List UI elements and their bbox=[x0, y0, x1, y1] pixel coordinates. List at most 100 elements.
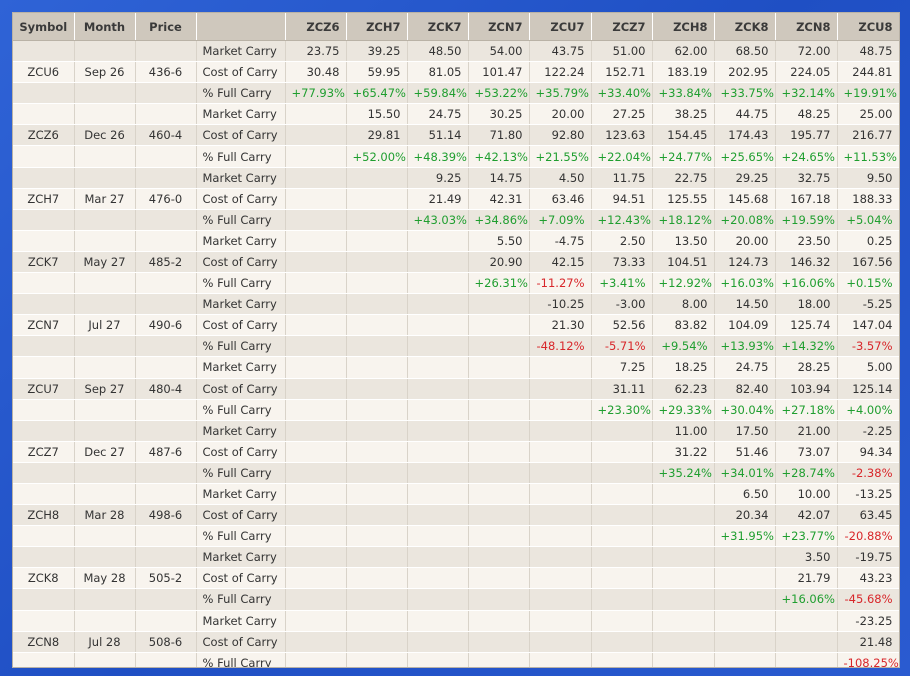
value-cell bbox=[346, 588, 408, 611]
value-cell: 13.50 bbox=[652, 230, 715, 252]
month-cell bbox=[74, 145, 136, 168]
value-cell bbox=[346, 272, 408, 295]
row-label-cell: Market Carry bbox=[196, 167, 286, 189]
value-cell bbox=[285, 272, 347, 295]
value-cell bbox=[346, 356, 408, 379]
carry-table-panel: Symbol Month Price ZCZ6 ZCH7 ZCK7 ZCN7 ZCU7 Z… bbox=[12, 12, 900, 668]
table-row: Market Carry 3.50 -19.75 bbox=[13, 546, 899, 569]
price-cell bbox=[135, 483, 197, 506]
col-header-symbol[interactable]: Symbol bbox=[13, 13, 75, 41]
value-cell bbox=[468, 588, 530, 611]
value-cell: -5.71% bbox=[591, 335, 653, 358]
month-cell: Mar 28 bbox=[74, 504, 136, 527]
value-cell: +34.86% bbox=[468, 209, 530, 231]
value-cell bbox=[407, 462, 469, 484]
col-header-contract[interactable]: ZCU8 bbox=[837, 13, 899, 41]
col-header-contract[interactable]: ZCN7 bbox=[468, 13, 530, 41]
value-cell bbox=[529, 525, 592, 548]
value-cell bbox=[407, 441, 469, 463]
row-label-cell: Market Carry bbox=[196, 546, 286, 569]
value-cell: 44.75 bbox=[714, 103, 776, 126]
value-cell bbox=[591, 546, 653, 569]
value-cell: 30.25 bbox=[468, 103, 530, 126]
col-header-price[interactable]: Price bbox=[135, 13, 197, 41]
value-cell bbox=[468, 652, 530, 667]
value-cell bbox=[407, 378, 469, 400]
price-cell bbox=[135, 462, 197, 484]
value-cell: 39.25 bbox=[346, 40, 408, 63]
value-cell: 42.31 bbox=[468, 188, 530, 210]
price-cell bbox=[135, 272, 197, 295]
symbol-cell bbox=[13, 610, 75, 632]
col-header-contract[interactable]: ZCK8 bbox=[714, 13, 776, 41]
symbol-cell: ZCZ6 bbox=[13, 124, 75, 147]
col-header-contract[interactable]: ZCN8 bbox=[775, 13, 838, 41]
value-cell bbox=[346, 314, 408, 337]
row-label-cell: Cost of Carry bbox=[196, 188, 286, 210]
value-cell: 5.50 bbox=[468, 230, 530, 252]
value-cell: 92.80 bbox=[529, 124, 592, 147]
month-cell bbox=[74, 293, 136, 316]
value-cell: +7.09% bbox=[529, 209, 592, 231]
value-cell: +33.75% bbox=[714, 82, 776, 105]
value-cell: 24.75 bbox=[407, 103, 469, 126]
value-cell: 7.25 bbox=[591, 356, 653, 379]
col-header-contract[interactable]: ZCH8 bbox=[652, 13, 715, 41]
value-cell: 42.07 bbox=[775, 504, 838, 527]
value-cell bbox=[285, 399, 347, 421]
value-cell bbox=[407, 335, 469, 358]
value-cell: 6.50 bbox=[714, 483, 776, 506]
value-cell bbox=[591, 631, 653, 653]
value-cell: 22.75 bbox=[652, 167, 715, 189]
value-cell bbox=[714, 588, 776, 611]
value-cell: 154.45 bbox=[652, 124, 715, 147]
month-cell bbox=[74, 525, 136, 548]
month-cell bbox=[74, 610, 136, 632]
value-cell bbox=[529, 399, 592, 421]
row-label-cell: Cost of Carry bbox=[196, 631, 286, 653]
value-cell: 21.48 bbox=[837, 631, 899, 653]
value-cell: 125.55 bbox=[652, 188, 715, 210]
symbol-cell bbox=[13, 546, 75, 569]
symbol-cell: ZCZ7 bbox=[13, 441, 75, 463]
value-cell: 224.05 bbox=[775, 61, 838, 84]
row-label-cell: % Full Carry bbox=[196, 652, 286, 667]
price-cell bbox=[135, 588, 197, 611]
col-header-month[interactable]: Month bbox=[74, 13, 136, 41]
col-header-contract[interactable]: ZCZ6 bbox=[285, 13, 347, 41]
value-cell: -45.68% bbox=[837, 588, 899, 611]
value-cell bbox=[529, 420, 592, 442]
col-header-contract[interactable]: ZCZ7 bbox=[591, 13, 653, 41]
symbol-cell: ZCK7 bbox=[13, 251, 75, 274]
value-cell bbox=[285, 610, 347, 632]
value-cell: -13.25 bbox=[837, 483, 899, 506]
row-label-cell: Cost of Carry bbox=[196, 61, 286, 84]
row-label-cell: % Full Carry bbox=[196, 588, 286, 611]
row-label-cell: Cost of Carry bbox=[196, 567, 286, 590]
symbol-cell bbox=[13, 525, 75, 548]
price-cell: 480-4 bbox=[135, 378, 197, 400]
value-cell: 32.75 bbox=[775, 167, 838, 189]
value-cell bbox=[407, 420, 469, 442]
value-cell: 51.00 bbox=[591, 40, 653, 63]
row-label-cell: Market Carry bbox=[196, 420, 286, 442]
col-header-contract[interactable]: ZCH7 bbox=[346, 13, 408, 41]
symbol-cell bbox=[13, 209, 75, 231]
value-cell: 25.00 bbox=[837, 103, 899, 126]
value-cell: 51.46 bbox=[714, 441, 776, 463]
value-cell bbox=[285, 167, 347, 189]
value-cell bbox=[652, 525, 715, 548]
row-label-cell: Cost of Carry bbox=[196, 314, 286, 337]
value-cell bbox=[346, 293, 408, 316]
value-cell bbox=[529, 462, 592, 484]
col-header-contract[interactable]: ZCU7 bbox=[529, 13, 592, 41]
value-cell: +16.06% bbox=[775, 588, 838, 611]
table-row: Market Carry 9.25 14.75 4.50 11.75 22.75 29.25… bbox=[13, 167, 899, 189]
table-row: % Full Carry +16.06% -45.68% bbox=[13, 588, 899, 611]
table-header-row: Symbol Month Price ZCZ6 ZCH7 ZCK7 ZCN7 ZCU7 Z… bbox=[13, 13, 899, 41]
col-header-contract[interactable]: ZCK7 bbox=[407, 13, 469, 41]
value-cell: 104.09 bbox=[714, 314, 776, 337]
value-cell bbox=[346, 567, 408, 590]
month-cell bbox=[74, 82, 136, 105]
value-cell bbox=[468, 314, 530, 337]
